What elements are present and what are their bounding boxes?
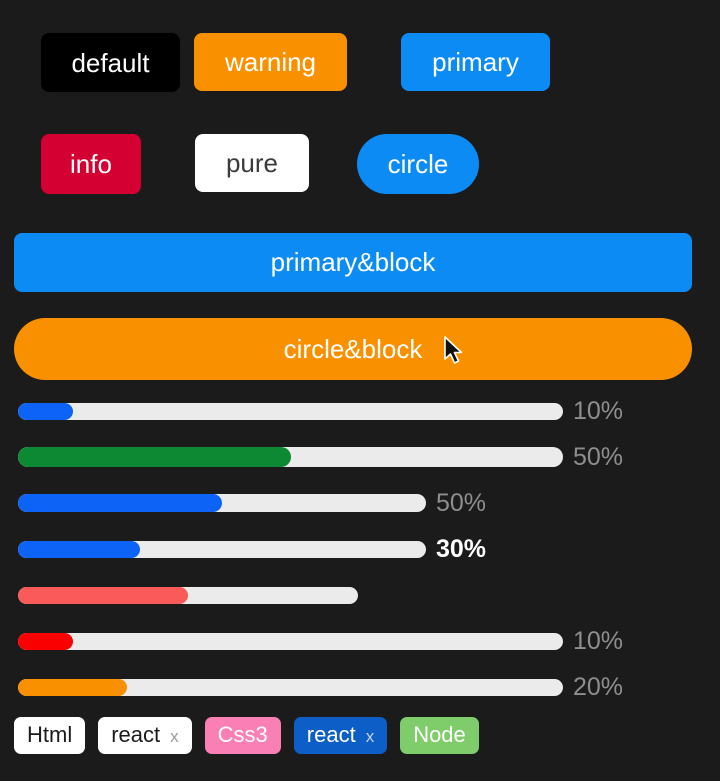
progress-track[interactable] [18,678,563,696]
progress-fill [18,540,141,558]
button-circle[interactable]: circle [357,134,479,194]
tag-close-icon[interactable]: x [366,728,375,745]
progress-fill [18,447,291,467]
tag-close-icon[interactable]: x [170,728,179,745]
button-default[interactable]: default [41,33,180,92]
tag-item[interactable]: Css3 [204,717,281,754]
tag-label: Css3 [217,722,268,747]
button-primary-block[interactable]: primary&block [14,233,692,292]
progress-label: 30% [436,534,487,563]
button-info[interactable]: info [41,134,141,194]
tag-label: Node [413,722,466,747]
tag-label: react [111,722,161,747]
progress-label: 50% [573,442,624,471]
progress-fill [18,678,127,696]
button-warning[interactable]: warning [194,33,347,91]
progress-bar-row: 30% [0,526,720,572]
tag-label: Html [27,722,73,747]
progress-track[interactable] [18,540,426,558]
progress-label: 20% [573,672,624,701]
button-row-primary-variants: default warning primary [41,33,550,92]
progress-fill [18,494,222,512]
button-pure[interactable]: pure [195,134,309,192]
progress-bar-row: 50% [0,434,720,480]
tag-item[interactable]: Node [400,717,479,754]
progress-label: 10% [573,626,624,655]
tag-label: react [306,722,356,747]
progress-label: 50% [436,488,487,517]
button-row-shape-variants: info pure circle [41,134,479,194]
tag-item[interactable]: react x [98,717,192,754]
progress-track[interactable] [18,632,563,650]
app-root: default warning primary info pure circle… [0,0,720,781]
progress-fill [18,402,73,420]
progress-label: 10% [573,396,624,425]
progress-track[interactable] [18,494,426,512]
button-primary[interactable]: primary [401,33,550,91]
tag-item[interactable]: Html [14,717,86,754]
progress-fill [18,632,73,650]
progress-track[interactable] [18,402,563,420]
tag-list: Html react x Css3 react x Node [14,717,479,754]
button-circle-block[interactable]: circle&block [14,318,692,380]
progress-bar-row [0,572,720,618]
progress-fill [18,586,188,604]
progress-bar-row: 10% [0,388,720,434]
progress-bar-row: 20% [0,664,720,710]
progress-track[interactable] [18,586,358,604]
progress-bar-list: 10% 50% 50% 30% 10% 20% [0,388,720,710]
tag-item[interactable]: react x [293,717,388,754]
progress-bar-row: 50% [0,480,720,526]
progress-track[interactable] [18,447,563,467]
progress-bar-row: 10% [0,618,720,664]
